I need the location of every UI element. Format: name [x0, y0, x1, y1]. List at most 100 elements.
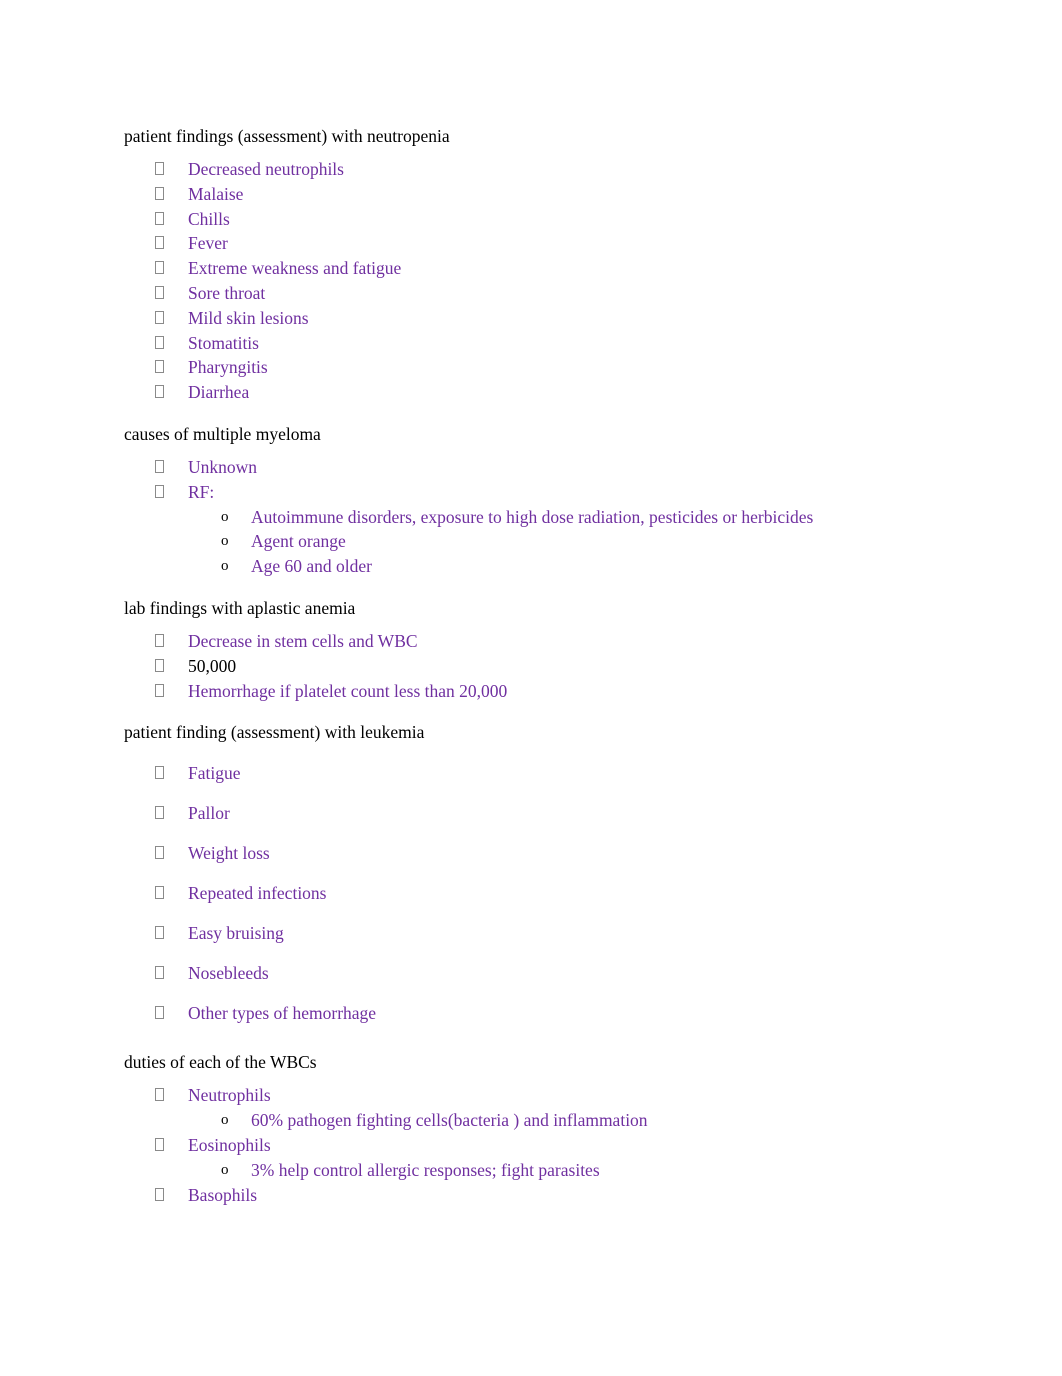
- bullet-marker-icon: [155, 211, 164, 225]
- list-item: Fatigue: [124, 753, 1002, 793]
- list-item-label: Pallor: [188, 803, 230, 824]
- sublist-eosinophils-duty: o 3% help control allergic responses; fig…: [124, 1158, 1002, 1183]
- document-page: patient findings (assessment) with neutr…: [0, 0, 1062, 1376]
- sublist-item: o Agent orange: [124, 529, 1002, 554]
- list-item: Pallor: [124, 793, 1002, 833]
- sub-bullet-marker-icon: o: [221, 1112, 229, 1129]
- list-item-label: Basophils: [188, 1184, 258, 1205]
- section-heading-wbc-duties: duties of each of the WBCs: [124, 1052, 317, 1073]
- list-item: Extreme weakness and fatigue: [124, 256, 1002, 281]
- list-item: Diarrhea: [124, 380, 1002, 405]
- list-item: Repeated infections: [124, 873, 1002, 913]
- sublist-item-text-after: ) and inflammation: [513, 1110, 648, 1131]
- sublist-item-text-before: 60% pathogen fighting cells: [251, 1110, 448, 1131]
- list-item-label: Nosebleeds: [188, 963, 269, 984]
- sublist-item: o Autoimmune disorders, exposure to high …: [124, 505, 1002, 530]
- sub-bullet-marker-icon: o: [221, 533, 229, 550]
- list-item-label: 50,000: [188, 655, 237, 676]
- list-item-label: Chills: [188, 208, 230, 229]
- list-item-label: Sore throat: [188, 282, 266, 303]
- list-item-label: Eosinophils: [188, 1134, 271, 1155]
- list-item: Fever: [124, 231, 1002, 256]
- list-neutropenia-findings: Decreased neutrophils Malaise Chills Fev…: [124, 157, 1002, 405]
- list-item-label: Decrease in stem cells and WBC: [188, 630, 418, 651]
- list-aplastic-anemia-lab-findings: Decrease in stem cells and WBC 50,000 He…: [124, 629, 1002, 703]
- section-heading-neutropenia: patient findings (assessment) with neutr…: [124, 126, 450, 146]
- list-item-label: Pharyngitis: [188, 357, 268, 378]
- list-item: Weight loss: [124, 833, 1002, 873]
- list-item: Pharyngitis: [124, 355, 1002, 380]
- list-item-label: Unknown: [188, 456, 258, 477]
- list-item-label: Fatigue: [188, 763, 241, 784]
- bullet-marker-icon: [155, 683, 164, 697]
- list-item: Nosebleeds: [124, 953, 1002, 993]
- list-item: Decreased neutrophils: [124, 157, 1002, 182]
- bullet-marker-icon: [155, 162, 164, 175]
- sublist-item-label: Age 60 and older: [251, 556, 373, 577]
- list-item-label: Stomatitis: [188, 332, 259, 353]
- sub-bullet-marker-icon: o: [221, 508, 229, 525]
- bullet-marker-icon: [155, 966, 164, 980]
- list-item-label: Neutrophils: [188, 1085, 271, 1106]
- list-item-label: Fever: [188, 233, 228, 254]
- bullet-marker-icon: [155, 360, 164, 374]
- sub-bullet-marker-icon: o: [221, 1161, 229, 1178]
- list-myeloma-causes: Unknown RF: o Autoimmune disorders, expos…: [124, 455, 1002, 579]
- highlight-text: allergic: [367, 1159, 420, 1180]
- list-leukemia-findings: Fatigue Pallor Weight loss Repeated infe…: [124, 753, 1002, 1033]
- highlight-text: parasites: [534, 1159, 600, 1180]
- list-item: Basophils: [124, 1183, 1002, 1208]
- bullet-marker-icon: [155, 310, 164, 324]
- bullet-marker-icon: [155, 335, 164, 349]
- section-heading-aplastic-anemia: lab findings with aplastic anemia: [124, 597, 356, 618]
- list-item-label: Malaise: [188, 183, 244, 204]
- highlight-bacteria: (bacteria: [448, 1110, 514, 1130]
- sublist-item: o Age 60 and older: [124, 554, 1002, 579]
- sublist-myeloma-risk-factors: o Autoimmune disorders, exposure to high …: [124, 505, 1002, 579]
- document-body: patient findings (assessment) with neutr…: [0, 126, 1062, 1207]
- bullet-marker-icon: [155, 886, 164, 900]
- sublist-item-text-before: 3% help control: [251, 1159, 368, 1180]
- sublist-item-text-middle: responses; fight: [419, 1159, 535, 1180]
- list-item: Sore throat: [124, 281, 1002, 306]
- list-item: Mild skin lesions: [124, 306, 1002, 331]
- list-item-label: Other types of hemorrhage: [188, 1003, 377, 1024]
- list-wbc-duties: Neutrophils o 60% pathogen fighting cells…: [124, 1083, 1002, 1207]
- sublist-item: o 60% pathogen fighting cells(bacteria ) …: [124, 1108, 1002, 1133]
- bullet-marker-icon: [155, 1006, 164, 1020]
- bullet-marker-icon: [155, 846, 164, 860]
- list-item: Neutrophils: [124, 1083, 1002, 1108]
- bullet-marker-icon: [155, 766, 164, 780]
- list-item: Unknown: [124, 455, 1002, 480]
- list-item: Other types of hemorrhage: [124, 993, 1002, 1033]
- bullet-marker-icon: [155, 633, 164, 647]
- bullet-marker-icon: [155, 285, 164, 299]
- list-item: 50,000: [124, 654, 1002, 679]
- bullet-marker-icon: [155, 926, 164, 940]
- list-item-label: Easy bruising: [188, 923, 284, 944]
- list-item-label: Extreme weakness and fatigue: [188, 258, 402, 279]
- bullet-marker-icon: [155, 806, 164, 820]
- list-item-label: Repeated infections: [188, 883, 327, 904]
- list-item-label: Mild skin lesions: [188, 307, 309, 328]
- list-item-label: Decreased neutrophils: [188, 159, 344, 179]
- list-item-label: Weight loss: [188, 843, 270, 864]
- bullet-marker-icon: [155, 236, 164, 250]
- bullet-marker-icon: [155, 484, 164, 498]
- bullet-marker-icon: [155, 261, 164, 275]
- list-item: RF:: [124, 480, 1002, 505]
- highlight-allergic: allergic: [367, 1160, 419, 1180]
- list-item: Eosinophils: [124, 1133, 1002, 1158]
- bullet-marker-icon: [155, 1187, 164, 1201]
- section-heading-multiple-myeloma: causes of multiple myeloma: [124, 423, 321, 444]
- list-item: Stomatitis: [124, 331, 1002, 356]
- sublist-item: o 3% help control allergic responses; fig…: [124, 1158, 1002, 1183]
- sub-bullet-marker-icon: o: [221, 558, 229, 575]
- list-item: Chills: [124, 207, 1002, 232]
- list-item: Malaise: [124, 182, 1002, 207]
- bullet-marker-icon: [155, 1137, 164, 1151]
- highlight-text: (bacteria: [447, 1110, 514, 1131]
- bullet-marker-icon: [155, 1088, 164, 1102]
- bullet-marker-icon: [155, 186, 164, 200]
- list-item-label: RF:: [188, 481, 215, 502]
